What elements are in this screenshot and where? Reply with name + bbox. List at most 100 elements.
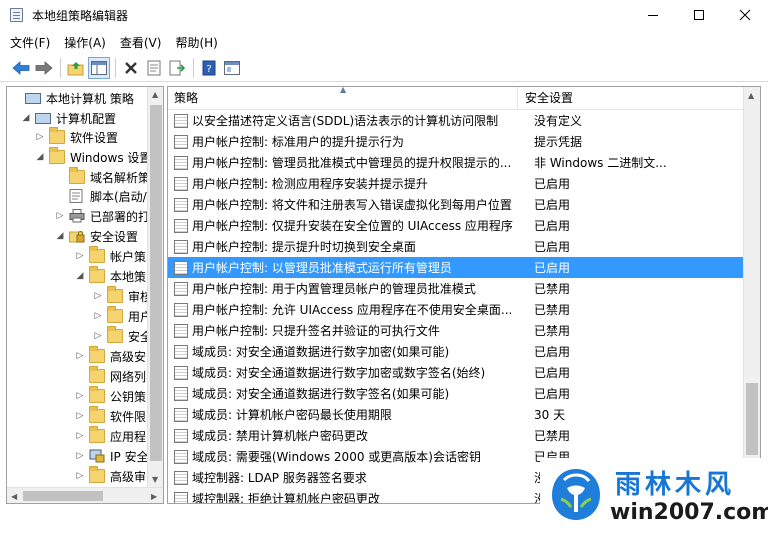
table-row[interactable]: 用户帐户控制: 检测应用程序安装并提示提升 已启用 [168, 173, 743, 194]
policy-icon [174, 155, 188, 170]
toolbar-separator [115, 57, 116, 78]
table-row[interactable]: 域成员: 禁用计算机帐户密码更改 已禁用 [168, 425, 743, 446]
table-row[interactable]: 域成员: 计算机帐户密码最长使用期限 30 天 [168, 404, 743, 425]
tree-hscroll-thumb[interactable] [23, 491, 103, 501]
policy-list[interactable]: ▲ 策略 安全设置 以安全描述符定义语言(SDDL)语法表示的计算机访问限制 没有… [167, 86, 761, 504]
tree-label: 软件限 [110, 409, 147, 424]
maximize-button[interactable] [676, 0, 722, 30]
console-tree[interactable]: 本地计算机 策略 ◢ 计算机配置 ▷ 软件设置 ◢ Windows 设置 域名解… [6, 86, 164, 504]
tree-vertical-scrollbar[interactable]: ▲ ▼ [147, 87, 163, 487]
table-row[interactable]: 用户帐户控制: 以管理员批准模式运行所有管理员 已启用 [168, 257, 743, 278]
tree-horizontal-scrollbar[interactable]: ◀ ▶ [7, 487, 163, 503]
export-list-icon [169, 60, 185, 75]
tree-node[interactable]: ▷ 软件设置 [35, 127, 118, 147]
table-row[interactable]: 用户帐户控制: 只提升签名并验证的可执行文件 已禁用 [168, 320, 743, 341]
tree-toggle[interactable]: ◢ [21, 113, 31, 123]
table-row[interactable]: 域成员: 对安全通道数据进行数字加密或数字签名(始终) 已启用 [168, 362, 743, 383]
close-button[interactable] [722, 0, 768, 30]
tree-node[interactable]: ◢ 本地策 [75, 266, 146, 286]
policy-setting: 已禁用 [534, 303, 571, 317]
table-row[interactable]: 以安全描述符定义语言(SDDL)语法表示的计算机访问限制 没有定义 [168, 110, 743, 131]
tree-node[interactable]: ▷ 安全 [93, 326, 152, 346]
tree-node[interactable]: ▷ 公钥策 [75, 386, 146, 406]
folder-icon [49, 147, 65, 164]
tree-toggle[interactable]: ▷ [93, 291, 103, 301]
scroll-up-icon[interactable]: ▲ [152, 90, 158, 99]
tree-node[interactable]: ▷ 帐户策 [75, 246, 146, 266]
list-vertical-scrollbar[interactable]: ▲ ▼ [743, 87, 760, 503]
tree-node[interactable]: 网络列 [75, 366, 146, 386]
tree-node[interactable]: 本地计算机 策略 [11, 88, 134, 108]
window-title: 本地组策略编辑器 [32, 8, 129, 23]
show-hide-tree-button[interactable] [88, 56, 110, 79]
tree-vscroll-thumb[interactable] [150, 105, 162, 461]
scroll-left-icon[interactable]: ◀ [11, 492, 17, 501]
menu-file[interactable]: 文件(F) [10, 34, 50, 51]
scroll-up-icon[interactable]: ▲ [748, 91, 754, 100]
tree-toggle[interactable]: ◢ [35, 152, 45, 162]
policy-setting: 30 天 [534, 408, 566, 422]
tree-toggle[interactable]: ▷ [93, 331, 103, 341]
policy-icon [174, 281, 188, 296]
tree-toggle[interactable]: ▷ [55, 211, 65, 221]
tree-toggle[interactable]: ▷ [75, 471, 85, 481]
table-row[interactable]: 用户帐户控制: 提示提升时切换到安全桌面 已启用 [168, 236, 743, 257]
tree-node[interactable]: ◢ 安全设置 [55, 226, 138, 246]
tree-toggle[interactable]: ▷ [93, 311, 103, 321]
properties-button[interactable] [143, 57, 165, 79]
table-row[interactable]: 用户帐户控制: 允许 UIAccess 应用程序在不使用安全桌面... 已禁用 [168, 299, 743, 320]
table-row[interactable]: 域成员: 对安全通道数据进行数字加密(如果可能) 已启用 [168, 341, 743, 362]
tree-toggle[interactable]: ◢ [55, 231, 65, 241]
export-list-button[interactable] [166, 57, 188, 79]
tree-node[interactable]: ▷ 高级审 [75, 466, 146, 486]
tree-toggle[interactable]: ▷ [75, 431, 85, 441]
tree-node[interactable]: 域名解析策 [55, 167, 150, 187]
menu-view[interactable]: 查看(V) [120, 34, 162, 51]
tree-node[interactable]: ▷ 审核 [93, 286, 152, 306]
view-button[interactable] [221, 57, 243, 79]
help-button[interactable]: ? [198, 57, 220, 79]
policy-name: 用户帐户控制: 以管理员批准模式运行所有管理员 [192, 261, 452, 275]
computer-icon [25, 92, 41, 104]
tree-node[interactable]: 脚本(启动/ [55, 186, 147, 206]
list-vscroll-thumb[interactable] [746, 383, 758, 455]
table-row[interactable]: 用户帐户控制: 仅提升安装在安全位置的 UIAccess 应用程序 已启用 [168, 215, 743, 236]
tree-node[interactable]: ▷ 已部署的打 [55, 206, 150, 226]
policy-name: 用户帐户控制: 将文件和注册表写入错误虚拟化到每用户位置 [192, 198, 512, 212]
tree-toggle[interactable]: ▷ [75, 451, 85, 461]
table-row[interactable]: 用户帐户控制: 用于内置管理员帐户的管理员批准模式 已禁用 [168, 278, 743, 299]
delete-button[interactable] [120, 57, 142, 79]
scroll-right-icon[interactable]: ▶ [151, 492, 157, 501]
column-header-setting[interactable]: 安全设置 [519, 87, 743, 110]
tree-toggle[interactable]: ▷ [75, 351, 85, 361]
minimize-button[interactable] [630, 0, 676, 30]
policy-name: 域成员: 对安全通道数据进行数字签名(如果可能) [192, 387, 450, 401]
tree-node[interactable]: ◢ Windows 设置 [35, 147, 151, 167]
tree-node[interactable]: ▷ 应用程 [75, 426, 146, 446]
tree-toggle[interactable]: ▷ [35, 132, 45, 142]
back-button[interactable] [10, 57, 32, 79]
table-row[interactable]: 用户帐户控制: 标准用户的提升提示行为 提示凭据 [168, 131, 743, 152]
table-row[interactable]: 用户帐户控制: 管理员批准模式中管理员的提升权限提示的... 非 Windows … [168, 152, 743, 173]
up-one-level-button[interactable] [65, 57, 87, 79]
tree-toggle[interactable]: ▷ [75, 391, 85, 401]
menu-action[interactable]: 操作(A) [64, 34, 106, 51]
table-row[interactable]: 用户帐户控制: 将文件和注册表写入错误虚拟化到每用户位置 已启用 [168, 194, 743, 215]
forward-button[interactable] [33, 57, 55, 79]
tree-node[interactable]: ▷ 高级安 [75, 346, 146, 366]
column-header-policy[interactable]: 策略 [168, 87, 518, 110]
tree-node[interactable]: ▷ 用户 [93, 306, 152, 326]
tree-toggle[interactable]: ◢ [75, 271, 85, 281]
folder-icon [49, 127, 65, 144]
policy-setting: 提示凭据 [534, 135, 583, 149]
menu-help[interactable]: 帮助(H) [175, 34, 217, 51]
table-row[interactable]: 域成员: 对安全通道数据进行数字签名(如果可能) 已启用 [168, 383, 743, 404]
policy-name: 用户帐户控制: 管理员批准模式中管理员的提升权限提示的... [192, 156, 512, 170]
policy-name: 域控制器: 拒绝计算机帐户密码更改 [192, 492, 380, 504]
tree-toggle[interactable]: ▷ [75, 251, 85, 261]
tree-node[interactable]: ▷ 软件限 [75, 406, 146, 426]
tree-toggle[interactable]: ▷ [75, 411, 85, 421]
scroll-down-icon[interactable]: ▼ [152, 475, 158, 484]
tree-node[interactable]: ◢ 计算机配置 [21, 108, 116, 128]
tree-node[interactable]: ▷ IP 安全 [75, 446, 149, 466]
